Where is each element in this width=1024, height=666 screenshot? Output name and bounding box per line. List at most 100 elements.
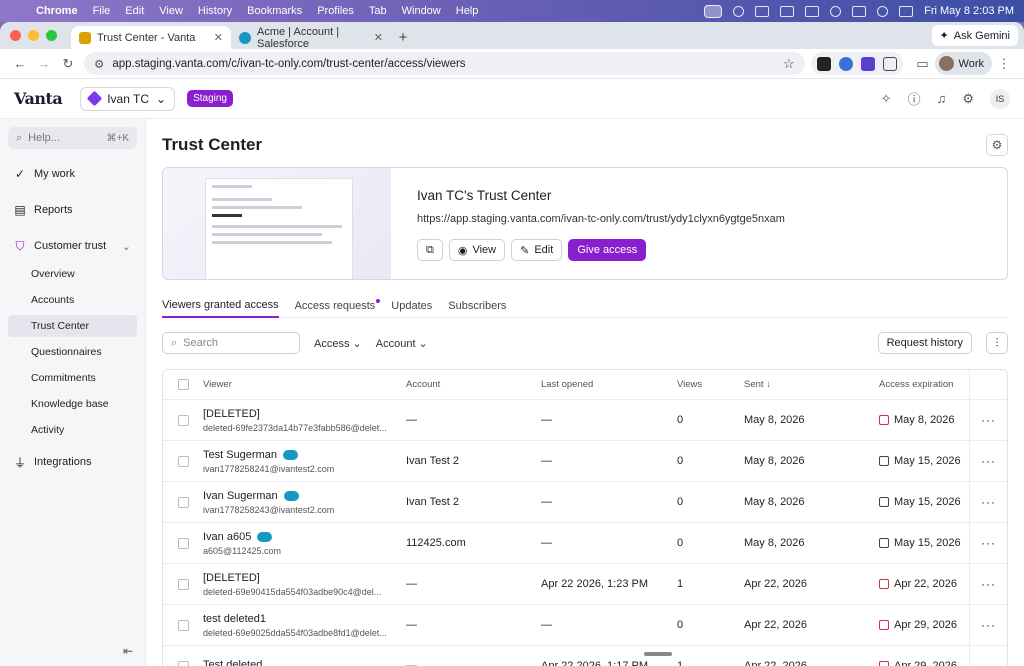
wifi-icon[interactable] — [877, 5, 889, 17]
extension-icon[interactable] — [838, 56, 853, 71]
menu-view[interactable]: View — [159, 5, 183, 17]
row-more-actions-icon[interactable]: ··· — [969, 605, 1007, 645]
sidebar-item-trust-center[interactable]: Trust Center — [8, 315, 137, 337]
row-more-actions-icon[interactable]: ··· — [969, 441, 1007, 481]
browser-tab-salesforce[interactable]: Acme | Account | Salesforce ✕ — [231, 26, 391, 50]
table-row[interactable]: Ivan Sugerman ivan1778258243@ivantest2.co… — [163, 482, 1007, 523]
row-more-actions-icon[interactable]: ··· — [969, 482, 1007, 522]
view-button[interactable]: ◉ View — [448, 239, 506, 261]
workspace-selector[interactable]: Ivan TC ⌄ — [80, 86, 176, 111]
request-history-button[interactable]: Request history — [877, 332, 972, 354]
col-last-opened[interactable]: Last opened — [541, 379, 677, 390]
row-checkbox[interactable] — [177, 496, 189, 508]
sidebar-item-customer-trust[interactable]: ⛉ Customer trust ⌄ — [8, 233, 137, 259]
collapse-sidebar-icon[interactable]: ⇤ — [123, 644, 133, 658]
zoom-window-icon[interactable] — [46, 30, 57, 41]
row-checkbox[interactable] — [177, 619, 189, 631]
layout-icon[interactable] — [805, 5, 820, 17]
new-tab-icon[interactable]: + — [391, 26, 415, 49]
col-access-expiration[interactable]: Access expiration — [879, 379, 959, 390]
close-tab-icon[interactable]: ✕ — [214, 31, 223, 44]
edit-button[interactable]: ✎ Edit — [511, 239, 563, 261]
menu-tab[interactable]: Tab — [369, 5, 387, 17]
col-viewer[interactable]: Viewer — [203, 379, 406, 390]
back-icon[interactable]: ← — [8, 56, 32, 71]
select-all-checkbox[interactable] — [177, 379, 189, 390]
menu-file[interactable]: File — [93, 5, 111, 17]
sidebar-item-overview[interactable]: Overview — [8, 263, 137, 285]
menu-help[interactable]: Help — [456, 5, 479, 17]
sidebar-item-integrations[interactable]: ⏚ Integrations — [8, 449, 137, 475]
url-field[interactable]: ⚙ app.staging.vanta.com/c/ivan-tc-only.c… — [84, 52, 805, 75]
row-more-actions-icon[interactable]: ··· — [969, 523, 1007, 563]
row-checkbox[interactable] — [177, 660, 189, 666]
sidebar-item-knowledge-base[interactable]: Knowledge base — [8, 393, 137, 415]
side-panel-icon[interactable]: ▭ — [911, 56, 935, 72]
reload-icon[interactable]: ↻ — [56, 56, 80, 72]
site-info-icon[interactable]: ⚙ — [94, 57, 104, 71]
grid-icon[interactable] — [780, 5, 795, 17]
settings-gear-icon[interactable]: ⚙ — [962, 91, 974, 107]
table-row[interactable]: [DELETED] deleted-69fe2373da14b77e3fabb58… — [163, 400, 1007, 441]
menu-profiles[interactable]: Profiles — [317, 5, 354, 17]
more-menu-icon[interactable]: ⋮ — [992, 56, 1016, 72]
menubar-datetime[interactable]: Fri May 8 2:03 PM — [924, 5, 1014, 17]
col-account[interactable]: Account — [406, 379, 541, 390]
sidebar-item-reports[interactable]: ▤ Reports — [8, 197, 137, 223]
vanta-logo[interactable]: Vanta — [14, 89, 63, 108]
row-checkbox[interactable] — [177, 414, 189, 426]
table-row[interactable]: Test deleted — Apr 22 2026, 1:17 PM 1 Apr 22… — [163, 646, 1007, 666]
copy-link-button[interactable]: ⧉ — [417, 239, 443, 261]
control-center-icon[interactable] — [899, 5, 914, 17]
close-tab-icon[interactable]: ✕ — [374, 31, 383, 44]
tab-access-requests[interactable]: Access requests — [295, 294, 381, 318]
row-more-actions-icon[interactable]: ··· — [969, 646, 1007, 666]
ai-sparkle-icon[interactable]: ✧ — [881, 91, 892, 107]
extension-icon[interactable] — [860, 56, 875, 71]
table-row[interactable]: test deleted1 deleted-69e9025dda554f03adb… — [163, 605, 1007, 646]
trust-center-settings-icon[interactable]: ⚙ — [986, 134, 1008, 156]
menu-app[interactable]: Chrome — [36, 5, 78, 17]
access-filter-dropdown[interactable]: Access ⌄ — [314, 337, 362, 350]
row-checkbox[interactable] — [177, 537, 189, 549]
menu-bookmarks[interactable]: Bookmarks — [247, 5, 302, 17]
browser-tab-trust-center[interactable]: Trust Center - Vanta ✕ — [71, 26, 231, 49]
moon-icon[interactable] — [830, 5, 842, 17]
menu-edit[interactable]: Edit — [125, 5, 144, 17]
minimize-window-icon[interactable] — [28, 30, 39, 41]
sidebar-item-accounts[interactable]: Accounts — [8, 289, 137, 311]
profile-button[interactable]: Work — [934, 52, 992, 75]
battery-icon[interactable] — [852, 5, 867, 17]
tab-updates[interactable]: Updates — [391, 294, 432, 318]
help-icon[interactable]: ⓘ — [908, 89, 921, 108]
row-more-actions-icon[interactable]: ··· — [969, 400, 1007, 440]
help-search[interactable]: ⌕ Help... ⌘+K — [8, 127, 137, 149]
sidebar-item-activity[interactable]: Activity — [8, 419, 137, 441]
sidebar-item-commitments[interactable]: Commitments — [8, 367, 137, 389]
app-status-icon[interactable] — [755, 5, 770, 17]
row-checkbox[interactable] — [177, 455, 189, 467]
forward-icon[interactable]: → — [32, 56, 56, 71]
user-avatar[interactable]: IS — [990, 88, 1010, 109]
col-views[interactable]: Views — [677, 379, 744, 390]
extension-icon[interactable] — [816, 56, 831, 71]
menu-window[interactable]: Window — [402, 5, 441, 17]
give-access-button[interactable]: Give access — [568, 239, 647, 261]
table-row[interactable]: [DELETED] deleted-69e90415da554f03adbe90c… — [163, 564, 1007, 605]
menu-history[interactable]: History — [198, 5, 232, 17]
tab-viewers-granted-access[interactable]: Viewers granted access — [162, 294, 279, 318]
puzzle-icon[interactable] — [882, 56, 897, 71]
account-filter-dropdown[interactable]: Account ⌄ — [376, 337, 428, 350]
close-window-icon[interactable] — [10, 30, 21, 41]
row-checkbox[interactable] — [177, 578, 189, 590]
table-row[interactable]: Ivan a605 a605@112425.com 112425.com — 0 May … — [163, 523, 1007, 564]
bookmark-star-icon[interactable]: ☆ — [783, 56, 795, 72]
bell-icon[interactable]: ♫ — [937, 91, 947, 106]
row-more-actions-icon[interactable]: ··· — [969, 564, 1007, 604]
screen-record-icon[interactable] — [704, 4, 723, 18]
brightness-icon[interactable] — [733, 5, 745, 17]
viewer-search-input[interactable]: ⌕ Search — [162, 332, 300, 354]
column-settings-icon[interactable]: ⫶ — [986, 332, 1008, 354]
tab-subscribers[interactable]: Subscribers — [448, 294, 506, 318]
col-sent[interactable]: Sent ↓ — [744, 379, 879, 390]
